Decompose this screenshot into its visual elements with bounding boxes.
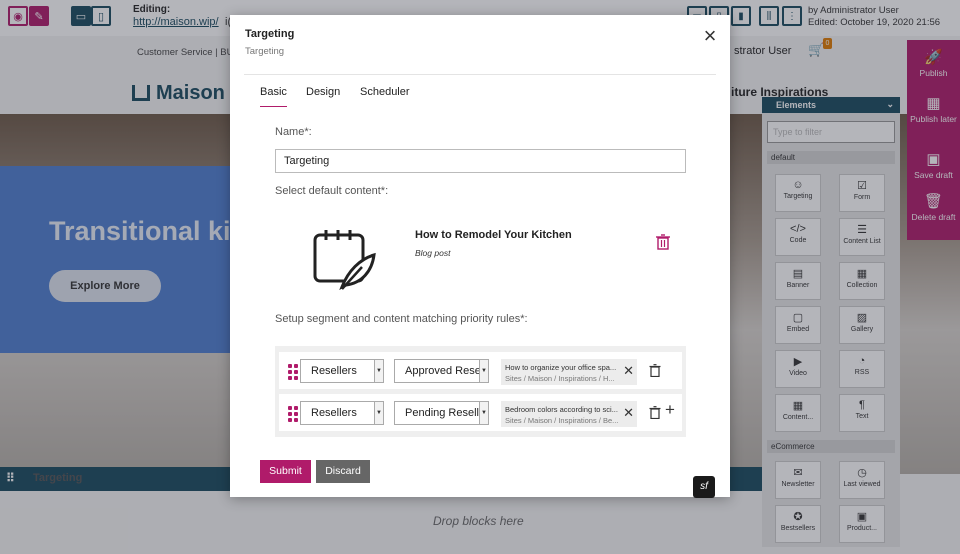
rule-row: Resellers ▼ Pending Reselle ▼ Bedroom colo… — [279, 394, 682, 431]
rules-label: Setup segment and content matching prior… — [275, 313, 528, 325]
content-chip: How to organize your office spa... Sites… — [501, 359, 637, 385]
chip-path: Sites / Maison / Inspirations / H... — [505, 374, 615, 383]
dropdown-arrow-icon: ▼ — [479, 360, 488, 382]
drag-handle-icon[interactable] — [288, 406, 298, 422]
trash-icon[interactable] — [649, 364, 661, 377]
chip-title: Bedroom colors according to sci... — [505, 405, 618, 414]
priority-select[interactable]: Approved Resel ▼ — [394, 359, 489, 383]
rules-list: Resellers ▼ Approved Resel ▼ How to organi… — [275, 346, 686, 437]
modal-subtitle: Targeting — [245, 46, 285, 57]
content-chip: Bedroom colors according to sci... Sites… — [501, 401, 637, 427]
rule-row: Resellers ▼ Approved Resel ▼ How to organi… — [279, 352, 682, 389]
dropdown-arrow-icon: ▼ — [374, 360, 383, 382]
tab-scheduler[interactable]: Scheduler — [360, 86, 410, 106]
add-rule-icon[interactable]: + — [665, 400, 675, 420]
dropdown-arrow-icon: ▼ — [374, 402, 383, 424]
modal-title: Targeting — [245, 28, 295, 40]
dropdown-arrow-icon: ▼ — [479, 402, 488, 424]
trash-icon[interactable] — [655, 234, 671, 250]
symfony-toolbar-icon[interactable]: sf — [693, 476, 715, 498]
remove-content-icon[interactable]: ✕ — [623, 406, 634, 419]
trash-icon[interactable] — [649, 406, 661, 419]
chip-title: How to organize your office spa... — [505, 363, 617, 372]
discard-button[interactable]: Discard — [316, 460, 370, 483]
blog-post-icon — [313, 230, 376, 291]
tab-basic[interactable]: Basic — [260, 86, 287, 107]
tab-design[interactable]: Design — [306, 86, 340, 106]
header-divider — [244, 74, 716, 75]
priority-select[interactable]: Pending Reselle ▼ — [394, 401, 489, 425]
remove-content-icon[interactable]: ✕ — [623, 364, 634, 377]
close-icon[interactable]: × — [700, 25, 720, 47]
name-label: Name*: — [275, 126, 312, 138]
segment-select[interactable]: Resellers ▼ — [300, 359, 384, 383]
chip-path: Sites / Maison / Inspirations / Be... — [505, 416, 619, 425]
drag-handle-icon[interactable] — [288, 364, 298, 380]
targeting-modal: Targeting Targeting × Basic Design Sched… — [230, 15, 730, 498]
default-content-label: Select default content*: — [275, 185, 389, 197]
segment-select[interactable]: Resellers ▼ — [300, 401, 384, 425]
name-input[interactable] — [275, 149, 686, 173]
submit-button[interactable]: Submit — [260, 460, 311, 483]
default-content-title: How to Remodel Your Kitchen — [415, 229, 572, 241]
default-content-type: Blog post — [415, 248, 451, 258]
